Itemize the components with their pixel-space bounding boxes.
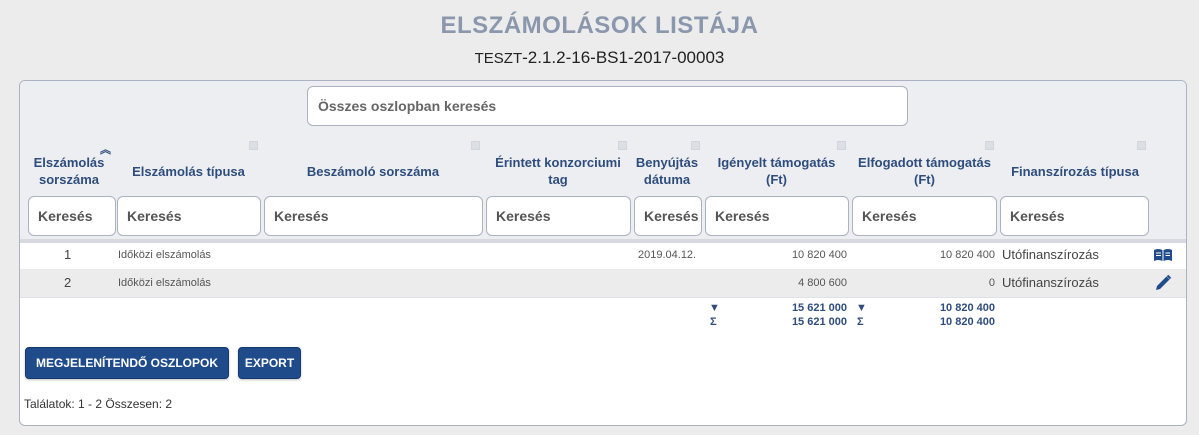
- subtitle-prefix: TESZT: [474, 50, 523, 67]
- col-header-requested[interactable]: Igényelt támogatás (Ft): [704, 154, 849, 188]
- accepted-sum-total: 10 820 400: [939, 316, 995, 328]
- cell-requested: 4 800 600: [798, 277, 847, 289]
- export-button[interactable]: EXPORT: [238, 347, 301, 379]
- global-search-bar: Összes oszlopban keresés: [20, 81, 1186, 133]
- col-header-date[interactable]: Benyújtás dátuma: [633, 154, 701, 188]
- search-input-accepted[interactable]: Keresés: [852, 196, 997, 236]
- sum-icon: Σ: [857, 316, 864, 328]
- cell-accepted: 10 820 400: [939, 249, 995, 261]
- column-toggle-box[interactable]: [249, 141, 258, 150]
- search-input-member[interactable]: Keresés: [486, 196, 631, 236]
- search-input-type[interactable]: Keresés: [117, 196, 261, 236]
- cell-accepted: 0: [988, 277, 995, 289]
- accepted-filtered-total: 10 820 400: [939, 302, 995, 314]
- column-toggle-box[interactable]: [691, 141, 700, 150]
- table-row[interactable]: 2 Időközi elszámolás 4 800 600 0 Utófina…: [20, 269, 1186, 297]
- column-toggle-box[interactable]: [1137, 141, 1146, 150]
- requested-filtered-total: 15 621 000: [791, 302, 847, 314]
- requested-sum-total: 15 621 000: [791, 316, 847, 328]
- search-input-report[interactable]: Keresés: [264, 196, 483, 236]
- col-header-member[interactable]: Érintett konzorciumi tag: [485, 154, 631, 188]
- book-icon[interactable]: [1153, 248, 1173, 262]
- filter-icon: ▼: [856, 302, 867, 314]
- col-header-report[interactable]: Beszámoló sorszáma: [263, 163, 483, 180]
- cell-financing: Utófinanszírozás: [1002, 275, 1099, 290]
- results-summary: Találatok: 1 - 2 Összesen: 2: [24, 397, 173, 411]
- search-input-date[interactable]: Keresés: [634, 196, 702, 236]
- cell-date: 2019.04.12.: [638, 249, 697, 261]
- cell-type: Időközi elszámolás: [118, 277, 211, 289]
- cell-requested: 10 820 400: [791, 249, 847, 261]
- pencil-icon[interactable]: [1154, 274, 1172, 292]
- table-row[interactable]: 1 Időközi elszámolás 2019.04.12. 10 820 …: [20, 241, 1186, 269]
- list-panel: Összes oszlopban keresés ︽ Elszámolás sor…: [19, 80, 1187, 426]
- page-subtitle: TESZT-2.1.2-16-BS1-2017-00003: [0, 48, 1199, 68]
- column-toggle-box[interactable]: [837, 141, 846, 150]
- search-input-sequence[interactable]: Keresés: [28, 196, 116, 236]
- column-toggle-box[interactable]: [618, 141, 627, 150]
- cell-type: Időközi elszámolás: [118, 249, 211, 261]
- page-title: ELSZÁMOLÁSOK LISTÁJA: [440, 12, 759, 39]
- cell-financing: Utófinanszírozás: [1002, 247, 1099, 262]
- subtitle-code: -2.1.2-16-BS1-2017-00003: [522, 48, 725, 67]
- column-toggle-box[interactable]: [985, 141, 994, 150]
- cell-sequence: 1: [64, 247, 72, 262]
- sum-icon: Σ: [710, 316, 717, 328]
- col-header-financing[interactable]: Finanszírozás típusa: [1000, 163, 1150, 180]
- search-input-financing[interactable]: Keresés: [1000, 196, 1149, 236]
- column-toggle-box[interactable]: [471, 141, 480, 150]
- filter-icon: ▼: [709, 302, 720, 314]
- cell-sequence: 2: [64, 275, 72, 290]
- global-search-input[interactable]: Összes oszlopban keresés: [307, 86, 908, 126]
- row-divider: [20, 297, 1186, 298]
- col-header-accepted[interactable]: Elfogadott támogatás (Ft): [851, 154, 998, 188]
- col-header-sequence[interactable]: Elszámolás sorszáma: [24, 154, 114, 188]
- search-input-requested[interactable]: Keresés: [705, 196, 849, 236]
- columns-button[interactable]: MEGJELENÍTENDŐ OSZLOPOK: [25, 347, 229, 379]
- col-header-type[interactable]: Elszámolás típusa: [116, 163, 261, 180]
